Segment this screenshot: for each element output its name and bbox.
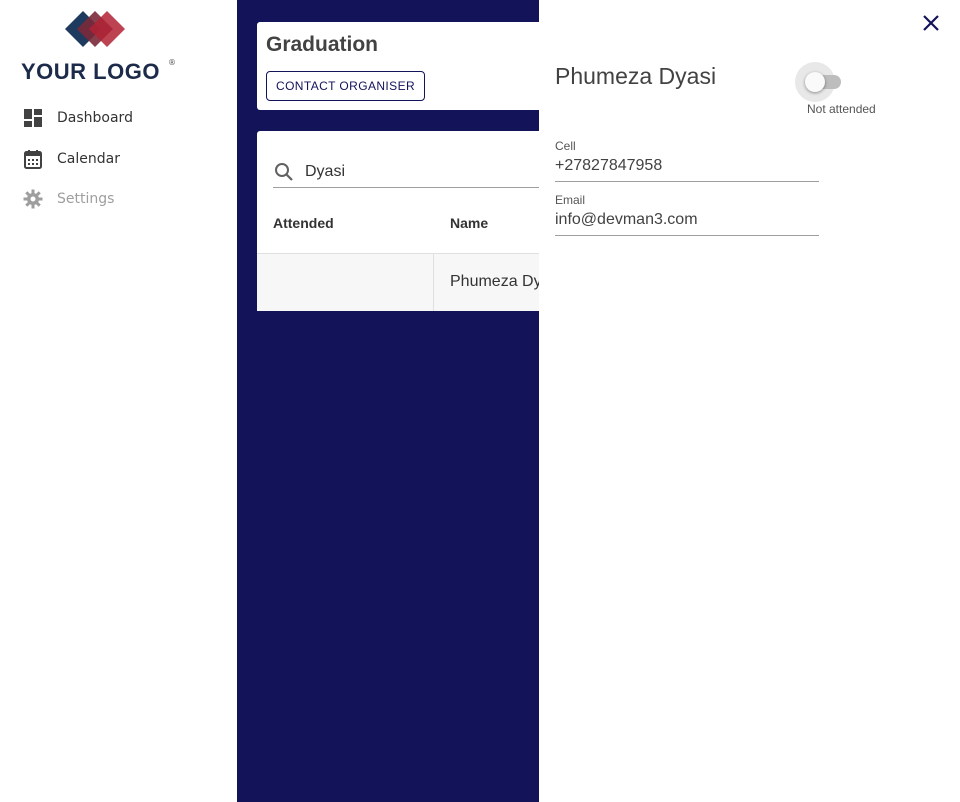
email-label: Email [555,193,586,207]
search-icon [273,161,295,183]
sidebar-item-calendar[interactable]: Calendar [22,147,120,171]
close-button[interactable] [919,11,943,35]
logo-text: YOUR LOGO [21,59,160,84]
sidebar: YOUR LOGO ® Dashboard Calendar Settings [0,0,237,802]
name-cell: Phumeza Dy [450,273,539,290]
sidebar-item-label: Settings [57,191,115,207]
toggle-label: Not attended [807,102,876,116]
sidebar-item-settings[interactable]: Settings [22,187,114,211]
cell-divider [433,254,434,311]
email-field: Email info@devman3.com [555,193,819,236]
cell-value[interactable]: +27827847958 [555,153,819,182]
gear-icon [22,188,44,210]
logo-diamonds-icon [65,11,125,47]
column-header-name[interactable]: Name [450,215,488,231]
cell-label: Cell [555,139,576,153]
contact-organiser-button[interactable]: CONTACT ORGANISER [266,71,426,101]
calendar-icon [22,148,44,170]
search-field [273,157,539,188]
table-row[interactable]: Phumeza Dy [257,253,539,311]
logo[interactable]: YOUR LOGO ® [20,9,180,85]
attendee-name: Phumeza Dyasi [555,63,717,89]
logo-registered-mark: ® [168,58,176,67]
main-content: Graduation CONTACT ORGANISER Attended Na… [237,0,539,802]
dashboard-icon [22,107,44,129]
attendees-table-card: Attended Name Phumeza Dy [257,131,539,311]
toggle-thumb [805,72,825,92]
attendee-detail-drawer: Phumeza Dyasi Not attended Cell +2782784… [539,0,960,802]
close-icon [923,15,939,31]
sidebar-item-label: Calendar [57,151,120,167]
page-title: Graduation [266,33,379,56]
attended-toggle[interactable] [795,62,841,102]
sidebar-item-dashboard[interactable]: Dashboard [22,106,133,130]
search-input[interactable] [305,163,525,181]
event-header-card: Graduation CONTACT ORGANISER [257,22,539,110]
sidebar-item-label: Dashboard [57,110,133,126]
column-header-attended[interactable]: Attended [273,215,334,231]
email-value[interactable]: info@devman3.com [555,207,819,236]
cell-field: Cell +27827847958 [555,139,819,182]
